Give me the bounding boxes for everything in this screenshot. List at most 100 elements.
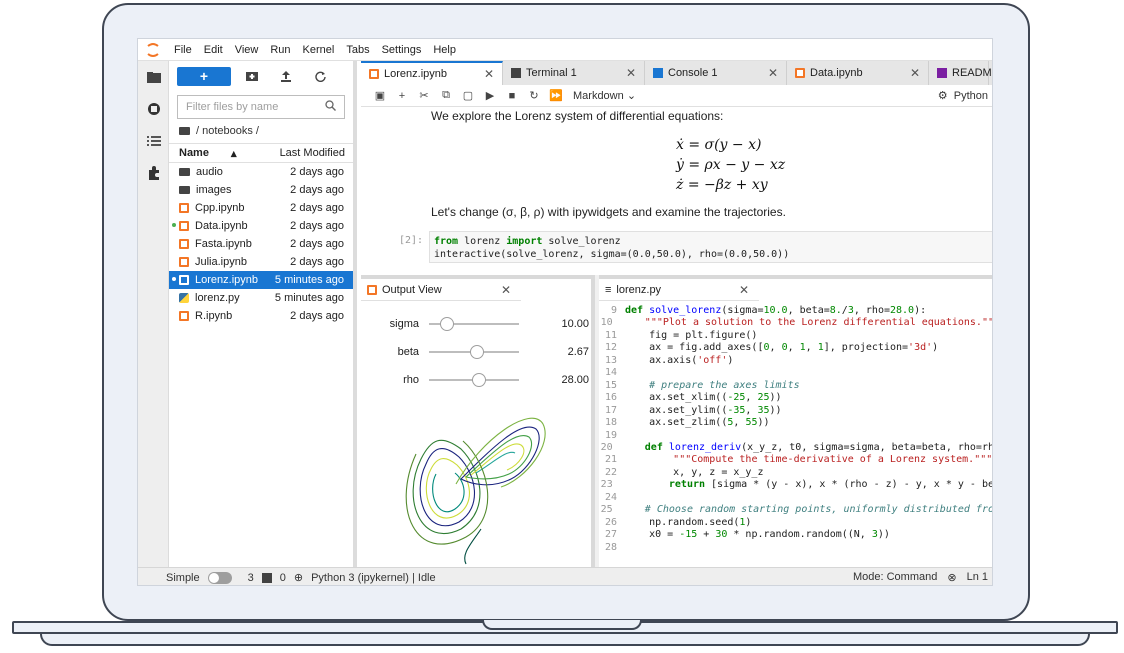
- code-line[interactable]: 28: [599, 541, 992, 554]
- upload-icon[interactable]: [273, 66, 299, 86]
- close-icon[interactable]: ✕: [739, 283, 749, 297]
- close-icon[interactable]: ✕: [910, 66, 920, 80]
- code-line[interactable]: 17 ax.set_ylim((-35, 35)): [599, 405, 992, 417]
- cell-type-value: Markdown: [573, 90, 624, 102]
- list-item[interactable]: Fasta.ipynb 2 days ago: [169, 235, 353, 253]
- code-cell[interactable]: from lorenz import solve_lorenz interact…: [429, 231, 992, 263]
- tab-terminal[interactable]: Terminal 1 ✕: [503, 61, 645, 85]
- code-line[interactable]: 22 x, y, z = x_y_z: [599, 467, 992, 479]
- restart-icon[interactable]: ↻: [523, 89, 545, 102]
- cut-icon[interactable]: ✂: [413, 89, 435, 102]
- close-icon[interactable]: ✕: [484, 67, 494, 81]
- kernel-status[interactable]: Python 3 (ipykernel) | Idle: [311, 572, 436, 584]
- code-line[interactable]: 25 # Choose random starting points, unif…: [599, 504, 992, 516]
- tab-lorenz-py[interactable]: ≡ lorenz.py ✕: [599, 279, 759, 301]
- code-line[interactable]: 24: [599, 492, 992, 504]
- new-folder-icon[interactable]: [239, 66, 265, 86]
- tab-lorenz-notebook[interactable]: Lorenz.ipynb ✕: [361, 61, 503, 85]
- output-view-panel: Output View ✕ sigma 10.00 beta 2.67 rho: [361, 275, 595, 567]
- notebook-icon: [367, 284, 377, 295]
- menu-settings[interactable]: Settings: [376, 44, 428, 56]
- stop-icon[interactable]: ■: [501, 90, 523, 102]
- fast-forward-icon[interactable]: ⏩: [545, 89, 567, 102]
- menu-help[interactable]: Help: [427, 44, 462, 56]
- code-line[interactable]: 9 def solve_lorenz(sigma=10.0, beta=8./3,…: [599, 305, 992, 317]
- line-code: ax.axis('off'): [625, 354, 734, 366]
- tab-data-notebook[interactable]: Data.ipynb ✕: [787, 61, 929, 85]
- line-code: def lorenz_deriv(x_y_z, t0, sigma=sigma,…: [644, 441, 993, 453]
- file-search-input[interactable]: Filter files by name: [177, 95, 345, 119]
- code-line[interactable]: 21 """Compute the time-derivative of a L…: [599, 454, 992, 466]
- menu-tabs[interactable]: Tabs: [340, 44, 375, 56]
- menu-kernel[interactable]: Kernel: [297, 44, 341, 56]
- refresh-icon[interactable]: [307, 66, 333, 86]
- list-item[interactable]: Julia.ipynb 2 days ago: [169, 253, 353, 271]
- copy-icon[interactable]: ⧉: [435, 89, 457, 102]
- python-file-icon: [179, 293, 189, 303]
- run-icon[interactable]: ▶: [479, 89, 501, 102]
- code-line[interactable]: 12 ax = fig.add_axes([0, 0, 1, 1], proje…: [599, 342, 992, 354]
- save-icon[interactable]: ▣: [369, 89, 391, 102]
- folder-icon: [179, 168, 190, 176]
- slider-track[interactable]: [429, 345, 519, 359]
- laptop-mockup: File Edit View Run Kernel Tabs Settings …: [0, 0, 1124, 653]
- code-line[interactable]: 23 return [sigma * (y - x), x * (rho - z…: [599, 479, 992, 491]
- tab-output-view[interactable]: Output View ✕: [361, 279, 521, 301]
- close-icon[interactable]: ✕: [626, 66, 636, 80]
- folder-icon[interactable]: [179, 127, 190, 135]
- menu-file[interactable]: File: [168, 44, 198, 56]
- extension-icon[interactable]: [138, 157, 169, 189]
- close-icon[interactable]: ✕: [768, 66, 778, 80]
- running-icon[interactable]: [138, 93, 169, 125]
- toc-icon[interactable]: [138, 125, 169, 157]
- list-item[interactable]: Data.ipynb 2 days ago: [169, 217, 353, 235]
- cell-type-select[interactable]: Markdown ⌄: [573, 89, 636, 102]
- code-line[interactable]: 20 def lorenz_deriv(x_y_z, t0, sigma=sig…: [599, 441, 993, 454]
- line-indicator[interactable]: Ln 1: [967, 571, 988, 584]
- code-line[interactable]: 19: [599, 430, 992, 442]
- notebook-icon: [369, 69, 379, 79]
- list-item[interactable]: Cpp.ipynb 2 days ago: [169, 199, 353, 217]
- paste-icon[interactable]: ▢: [457, 89, 479, 102]
- close-icon[interactable]: ✕: [501, 283, 511, 297]
- file-modified: 2 days ago: [290, 238, 344, 250]
- column-name-header[interactable]: Name ▴: [179, 147, 237, 160]
- breadcrumb-path[interactable]: / notebooks /: [196, 125, 259, 137]
- code-line[interactable]: 26 np.random.seed(1): [599, 517, 992, 529]
- simple-mode-toggle[interactable]: [207, 571, 232, 584]
- list-item[interactable]: audio 2 days ago: [169, 163, 353, 181]
- markdown-icon: [937, 68, 947, 78]
- slider-track[interactable]: [429, 317, 519, 331]
- menu-view[interactable]: View: [229, 44, 265, 56]
- code-line[interactable]: 16 ax.set_xlim((-25, 25)): [599, 392, 992, 404]
- code-line[interactable]: 27 x0 = -15 + 30 * np.random.random((N, …: [599, 529, 992, 541]
- code-keyword: from: [434, 236, 459, 247]
- list-item[interactable]: images 2 days ago: [169, 181, 353, 199]
- code-line[interactable]: 14: [599, 367, 992, 379]
- code-editor[interactable]: 9 def solve_lorenz(sigma=10.0, beta=8./3,…: [599, 301, 993, 571]
- folder-icon[interactable]: [138, 61, 169, 93]
- tab-readme[interactable]: README: [929, 61, 992, 85]
- kernel-count[interactable]: 0: [280, 572, 286, 584]
- code-line[interactable]: 11 fig = plt.figure(): [599, 330, 992, 342]
- list-item[interactable]: lorenz.py 5 minutes ago: [169, 289, 353, 307]
- line-number: 28: [604, 541, 617, 553]
- add-cell-icon[interactable]: +: [391, 90, 413, 102]
- code-line[interactable]: 13 ax.axis('off'): [599, 354, 992, 367]
- list-item-selected[interactable]: Lorenz.ipynb 5 minutes ago: [169, 271, 353, 289]
- new-launcher-button[interactable]: +: [177, 66, 231, 86]
- list-item[interactable]: R.ipynb 2 days ago: [169, 307, 353, 325]
- slider-handle[interactable]: [469, 345, 484, 359]
- column-modified-header[interactable]: Last Modified: [280, 147, 345, 159]
- slider-handle[interactable]: [440, 317, 454, 331]
- menu-run[interactable]: Run: [264, 44, 296, 56]
- code-line[interactable]: 18 ax.set_zlim((5, 55)): [599, 417, 992, 429]
- code-line[interactable]: 15 # prepare the axes limits: [599, 380, 992, 392]
- kernel-name[interactable]: ⚙ Python: [938, 89, 988, 102]
- tab-console[interactable]: Console 1 ✕: [645, 61, 787, 85]
- terminal-count[interactable]: 3: [248, 572, 254, 584]
- status-bar: Simple 3 0 ⊕ Python 3 (ipykernel) | Idle…: [138, 567, 992, 585]
- file-name: lorenz.py: [195, 292, 240, 304]
- menu-edit[interactable]: Edit: [198, 44, 229, 56]
- code-line[interactable]: 10 """Plot a solution to the Lorenz diff…: [599, 317, 992, 329]
